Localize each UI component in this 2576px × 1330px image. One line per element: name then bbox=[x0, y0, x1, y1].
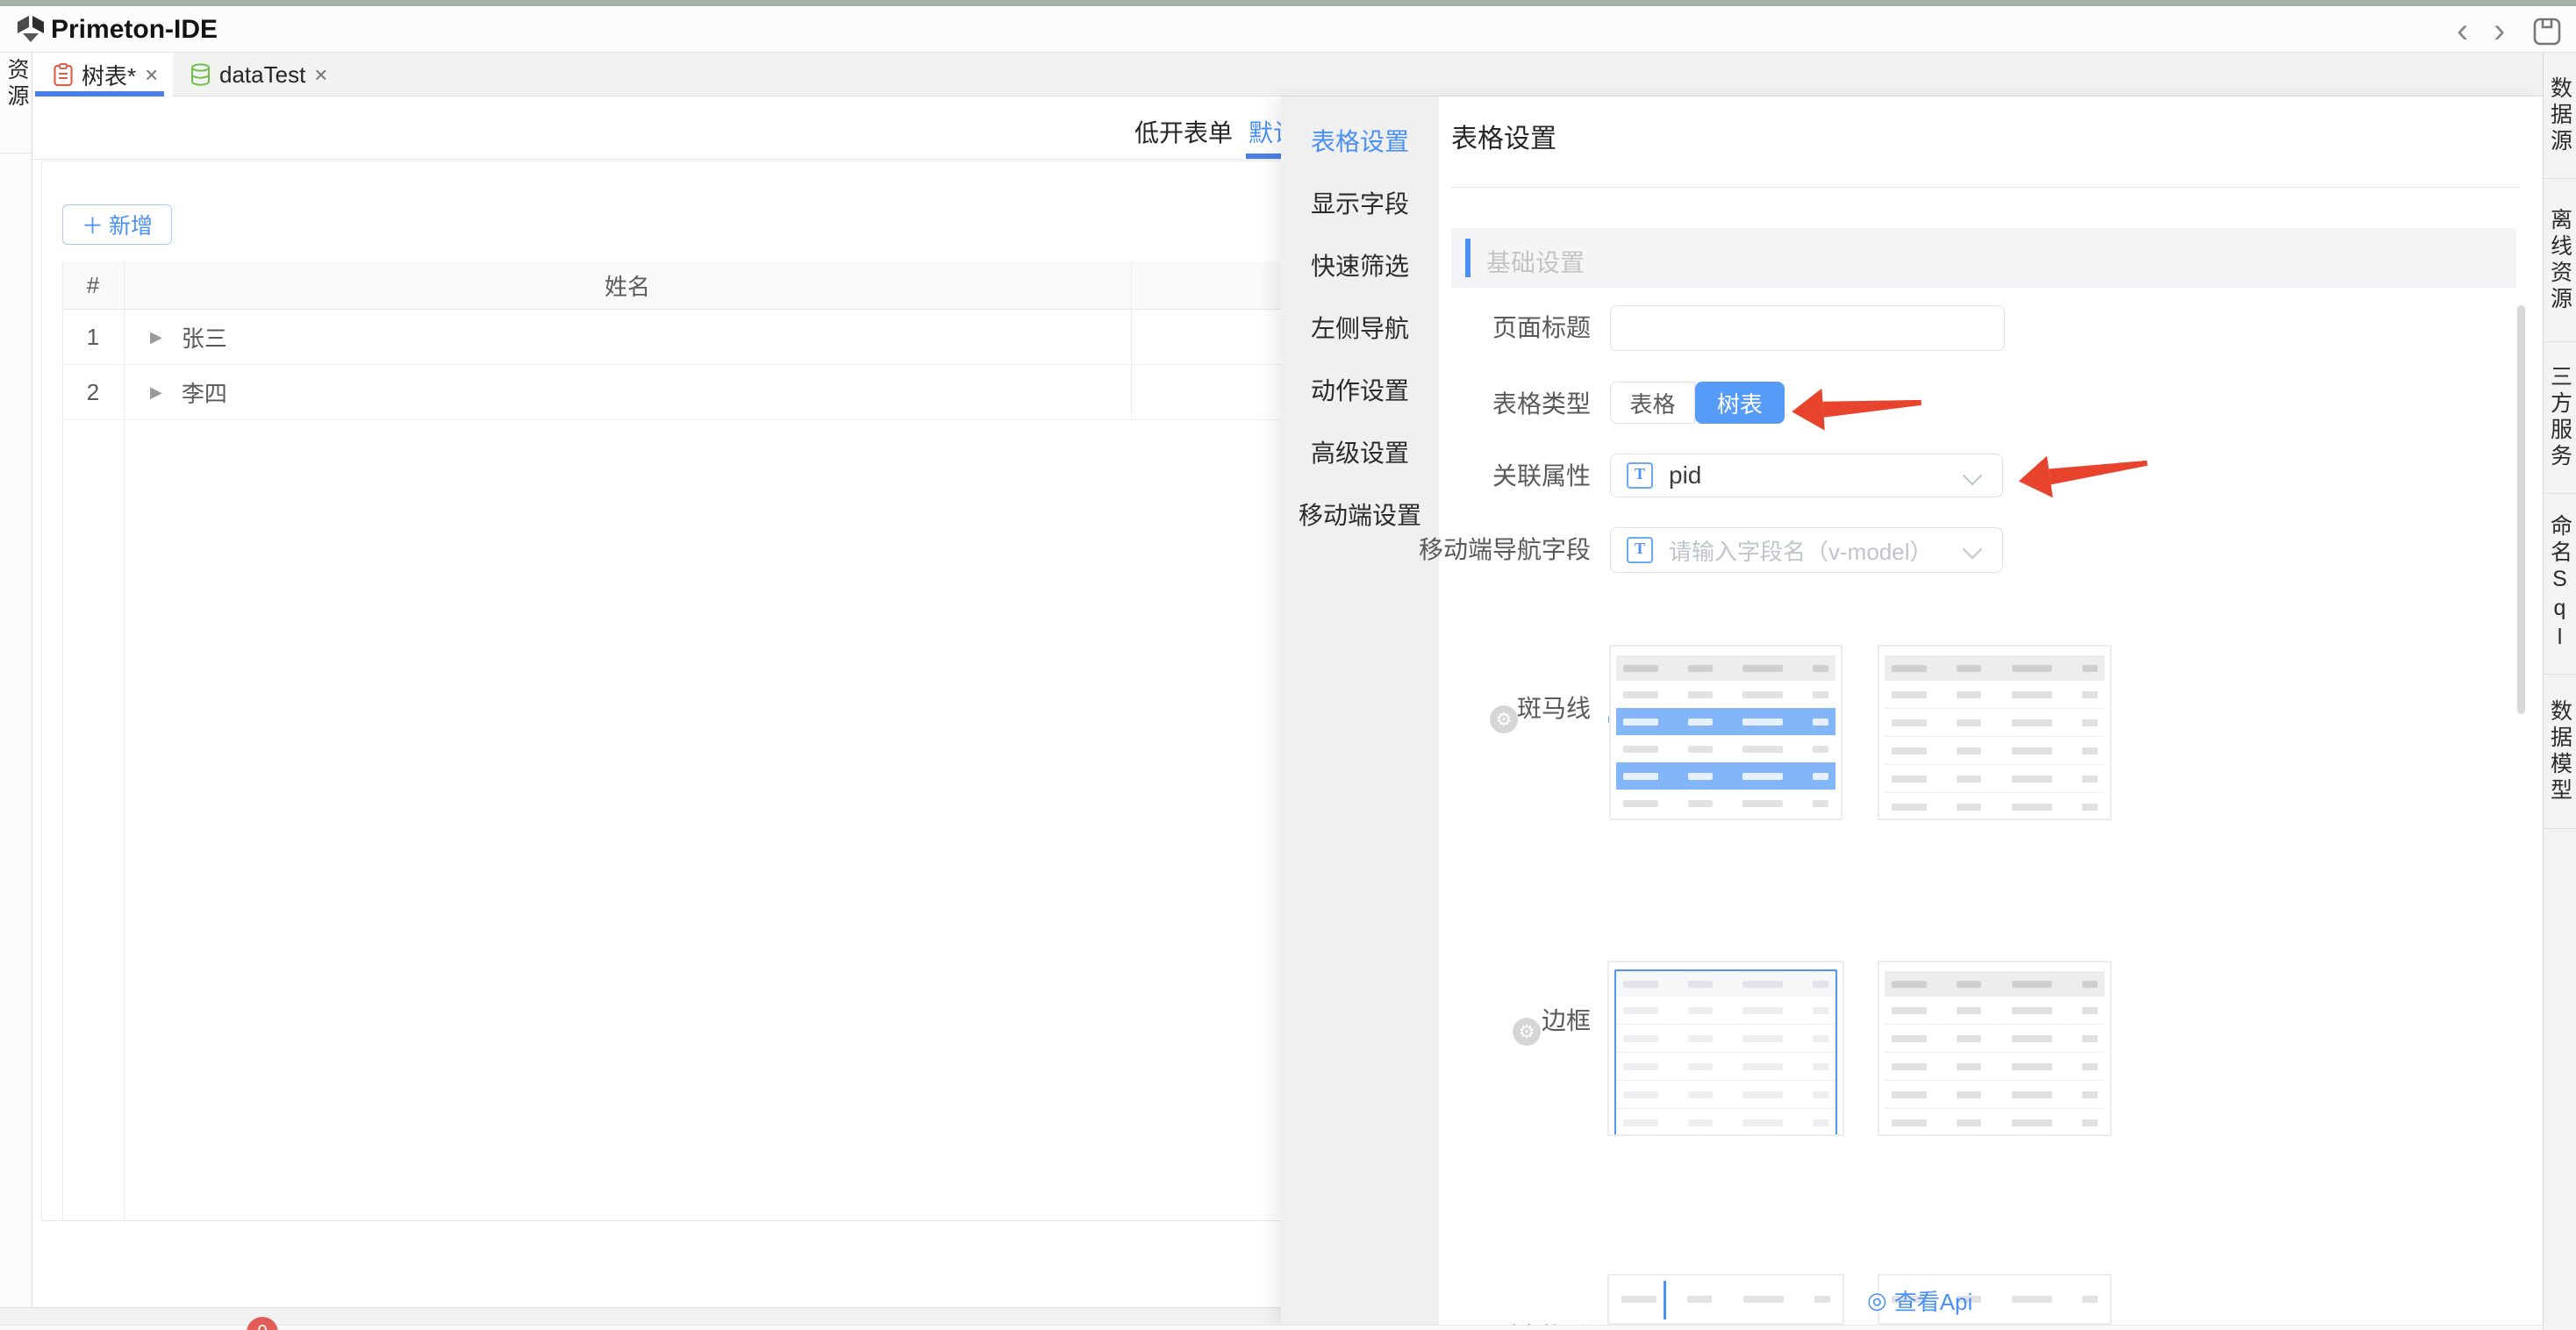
field-label: 边框 bbox=[1494, 998, 1591, 1044]
drag-indicator-line bbox=[1664, 1281, 1666, 1319]
divider bbox=[0, 153, 32, 154]
field-label: 移动端导航字段 bbox=[1417, 527, 1591, 573]
annotation-arrow-icon bbox=[1790, 380, 1924, 434]
tab-datatest[interactable]: dataTest × bbox=[182, 53, 331, 97]
drawer-content: 表格设置 基础设置 页面标题 表格类型 表格 树表 关联属性 T bbox=[1439, 97, 2543, 1325]
text-field-icon: T bbox=[1627, 462, 1653, 489]
right-resource-sidebar: 数据源 离线资源 三方服务 命名Sql 数据模型 bbox=[2543, 53, 2576, 1330]
close-icon[interactable]: × bbox=[314, 61, 327, 89]
nav-forward-button[interactable]: › bbox=[2494, 11, 2505, 50]
zebra-preview-disabled bbox=[1878, 645, 2112, 820]
sidebar-item-resources[interactable]: 资源 bbox=[0, 58, 32, 111]
drawer-nav: 表格设置 显示字段 快速筛选 左侧导航 动作设置 高级设置 移动端设置 bbox=[1281, 97, 1439, 1325]
form-file-icon bbox=[54, 63, 73, 87]
border-preview-disabled bbox=[1878, 961, 2112, 1136]
section-basic-settings: 基础设置 bbox=[1451, 228, 2516, 288]
tab-lowcode-form[interactable]: 低开表单 bbox=[1134, 114, 1233, 149]
view-api-link[interactable]: ◎ 查看Api bbox=[1867, 1284, 1972, 1317]
database-file-icon bbox=[190, 63, 211, 87]
column-divider bbox=[1131, 261, 1132, 420]
select-placeholder: 请输入字段名（v-model） bbox=[1669, 534, 1932, 567]
chevron-down-icon bbox=[1963, 466, 1983, 486]
table-type-option-tree[interactable]: 树表 bbox=[1695, 382, 1785, 424]
sidebar-item-offline-resources[interactable]: 离线资源 bbox=[2544, 179, 2576, 342]
drawer-nav-action-settings[interactable]: 动作设置 bbox=[1281, 358, 1439, 420]
window-top-strip bbox=[0, 0, 2576, 6]
eye-icon: ◎ bbox=[1867, 1287, 1887, 1314]
sidebar-item-named-sql[interactable]: 命名Sql bbox=[2544, 494, 2576, 675]
relation-attr-select[interactable]: T pid bbox=[1610, 454, 2003, 497]
column-header-index[interactable]: # bbox=[62, 261, 124, 310]
mobile-nav-field-select[interactable]: T 请输入字段名（v-model） bbox=[1610, 527, 2003, 573]
drawer-nav-quick-filter[interactable]: 快速筛选 bbox=[1281, 233, 1439, 296]
settings-drawer: 表格设置 显示字段 快速筛选 左侧导航 动作设置 高级设置 移动端设置 表格设置… bbox=[1281, 97, 2543, 1325]
table-row[interactable]: 1 ▶ 张三 bbox=[62, 310, 1297, 365]
drawer-nav-left-nav[interactable]: 左侧导航 bbox=[1281, 296, 1439, 358]
table-type-option-grid[interactable]: 表格 bbox=[1610, 382, 1695, 424]
left-resource-strip: 资源 bbox=[0, 53, 32, 1330]
save-icon[interactable] bbox=[2532, 17, 2562, 46]
app-logo-icon bbox=[16, 13, 46, 45]
title-bar: Primeton-IDE ‹ › bbox=[0, 6, 2576, 53]
border-preview-enabled bbox=[1607, 961, 1844, 1136]
drawer-title: 表格设置 bbox=[1451, 117, 1556, 155]
select-value: pid bbox=[1669, 461, 1701, 490]
column-header-empty bbox=[1131, 261, 1297, 310]
row-index: 2 bbox=[62, 365, 124, 420]
zebra-preview-enabled bbox=[1609, 645, 1843, 820]
app-window: Primeton-IDE ‹ › 资源 树表* × bbox=[0, 0, 2576, 1330]
table-preview-card: ＋新增 # 姓名 1 ▶ 张三 2 ▶ 李四 bbox=[41, 161, 1298, 1221]
chevron-down-icon bbox=[1963, 540, 1983, 560]
drawer-nav-advanced[interactable]: 高级设置 bbox=[1281, 420, 1439, 483]
section-accent-bar bbox=[1465, 239, 1470, 277]
drawer-nav-table-settings[interactable]: 表格设置 bbox=[1281, 109, 1439, 171]
column-header-name[interactable]: 姓名 bbox=[124, 261, 1131, 310]
field-label: 斑马线 bbox=[1450, 686, 1591, 732]
drawer-nav-mobile[interactable]: 移动端设置 bbox=[1281, 483, 1439, 545]
section-title: 基础设置 bbox=[1486, 244, 1585, 279]
tab-tree-table[interactable]: 树表* × bbox=[32, 53, 173, 97]
column-divider bbox=[124, 261, 125, 1220]
expand-icon[interactable]: ▶ bbox=[150, 383, 162, 402]
table-row[interactable]: 2 ▶ 李四 bbox=[62, 365, 1297, 420]
field-label: 表格类型 bbox=[1439, 382, 1591, 427]
table-type-toggle: 表格 树表 bbox=[1610, 382, 1785, 424]
add-row-button[interactable]: ＋新增 bbox=[62, 204, 172, 245]
row-name: 李四 bbox=[182, 376, 227, 409]
tab-label: dataTest bbox=[219, 61, 305, 89]
sidebar-item-data-model[interactable]: 数据模型 bbox=[2544, 675, 2576, 829]
nav-back-button[interactable]: ‹ bbox=[2457, 11, 2468, 50]
annotation-arrow-icon bbox=[2015, 440, 2152, 504]
coldrag-preview-enabled bbox=[1607, 1274, 1844, 1325]
window-bottom-edge bbox=[0, 1325, 2576, 1330]
close-icon[interactable]: × bbox=[145, 61, 158, 89]
field-label: 关联属性 bbox=[1439, 454, 1591, 499]
plus-icon: ＋ bbox=[82, 209, 104, 240]
field-label: 页面标题 bbox=[1439, 305, 1591, 351]
divider bbox=[1451, 187, 2520, 188]
expand-icon[interactable]: ▶ bbox=[150, 328, 162, 347]
drawer-nav-display-fields[interactable]: 显示字段 bbox=[1281, 171, 1439, 233]
file-tab-bar: 树表* × dataTest × bbox=[32, 53, 2543, 97]
drawer-scrollbar[interactable] bbox=[2517, 305, 2525, 714]
page-title-input[interactable] bbox=[1610, 305, 2005, 351]
row-index: 1 bbox=[62, 310, 124, 365]
sidebar-item-datasource[interactable]: 数据源 bbox=[2544, 53, 2576, 179]
table-border-left bbox=[62, 261, 63, 1220]
row-name: 张三 bbox=[182, 321, 227, 354]
app-title: Primeton-IDE bbox=[51, 15, 218, 45]
sidebar-item-third-party-services[interactable]: 三方服务 bbox=[2544, 342, 2576, 494]
tab-label: 树表* bbox=[82, 59, 136, 91]
text-field-icon: T bbox=[1627, 537, 1653, 563]
